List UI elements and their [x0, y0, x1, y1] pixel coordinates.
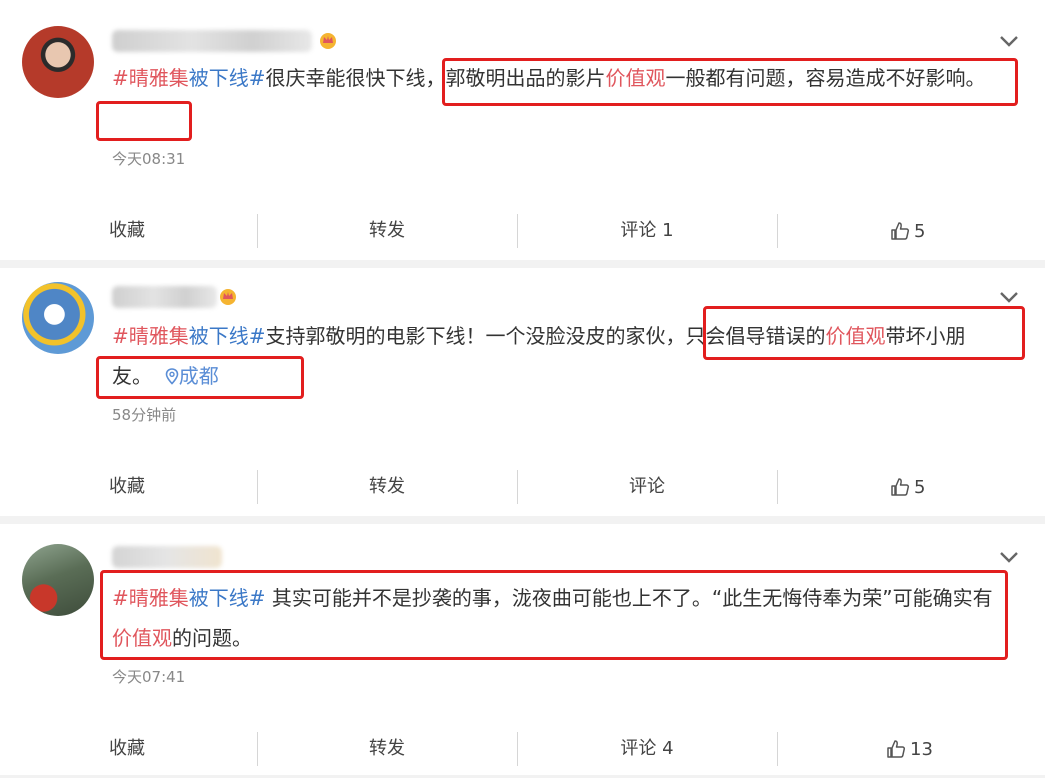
- repost-button[interactable]: 转发: [320, 202, 454, 260]
- divider: [517, 214, 518, 248]
- divider: [517, 732, 518, 766]
- highlight-box: [96, 101, 192, 141]
- username-blurred[interactable]: [112, 286, 217, 308]
- like-count: 5: [914, 220, 926, 242]
- collect-button[interactable]: 收藏: [60, 458, 194, 516]
- hashtag-link-suffix[interactable]: 被下线#: [189, 66, 266, 90]
- highlight-box: [442, 58, 1018, 106]
- divider: [257, 732, 258, 766]
- avatar[interactable]: [22, 26, 94, 98]
- chevron-down-icon[interactable]: [998, 550, 1020, 564]
- like-button[interactable]: 5: [890, 458, 925, 516]
- divider: [777, 732, 778, 766]
- comment-button[interactable]: 评论 1: [580, 202, 714, 260]
- action-bar: 收藏 转发 评论 5: [0, 458, 1045, 516]
- thumbs-up-icon: [891, 478, 910, 496]
- like-count: 5: [914, 476, 926, 498]
- collect-button[interactable]: 收藏: [60, 720, 194, 778]
- thumbs-up-icon: [887, 740, 906, 758]
- hashtag-link[interactable]: #晴雅集: [112, 324, 189, 348]
- collect-button[interactable]: 收藏: [60, 202, 194, 260]
- hashtag-link[interactable]: #晴雅集: [112, 66, 189, 90]
- repost-button[interactable]: 转发: [320, 458, 454, 516]
- chevron-down-icon[interactable]: [998, 34, 1020, 48]
- highlight-box: [703, 306, 1025, 360]
- thumbs-up-icon: [891, 222, 910, 240]
- timestamp[interactable]: 今天08:31: [112, 148, 185, 169]
- post-card-3: #晴雅集被下线# 其实可能并不是抄袭的事，泷夜曲可能也上不了。“此生无悔侍奉为荣…: [0, 524, 1045, 720]
- divider: [777, 470, 778, 504]
- action-bar: 收藏 转发 评论 4 13: [0, 720, 1045, 775]
- highlight-box: [100, 570, 1008, 660]
- avatar[interactable]: [22, 544, 94, 616]
- like-button[interactable]: 13: [886, 720, 933, 778]
- divider: [257, 470, 258, 504]
- action-bar: 收藏 转发 评论 1 5: [0, 202, 1045, 260]
- crown-icon: [320, 33, 336, 49]
- username-blurred[interactable]: [112, 30, 312, 52]
- comment-button[interactable]: 评论 4: [580, 720, 714, 778]
- timestamp[interactable]: 58分钟前: [112, 404, 176, 425]
- username-blurred[interactable]: [112, 546, 222, 568]
- divider: [777, 214, 778, 248]
- like-button[interactable]: 5: [890, 202, 925, 260]
- post-card-2: #晴雅集被下线#支持郭敬明的电影下线！一个没脸没皮的家伙，只会倡导错误的价值观带…: [0, 268, 1045, 458]
- crown-icon: [220, 289, 236, 305]
- like-count: 13: [910, 738, 933, 760]
- highlight-box: [96, 356, 304, 399]
- chevron-down-icon[interactable]: [998, 290, 1020, 304]
- avatar[interactable]: [22, 282, 94, 354]
- divider: [257, 214, 258, 248]
- post-card-1: #晴雅集被下线#很庆幸能很快下线，郭敬明出品的影片价值观一般都有问题，容易造成不…: [0, 0, 1045, 202]
- divider: [517, 470, 518, 504]
- hashtag-link-suffix[interactable]: 被下线#: [189, 324, 266, 348]
- comment-button[interactable]: 评论: [580, 458, 714, 516]
- timestamp[interactable]: 今天07:41: [112, 666, 185, 687]
- repost-button[interactable]: 转发: [320, 720, 454, 778]
